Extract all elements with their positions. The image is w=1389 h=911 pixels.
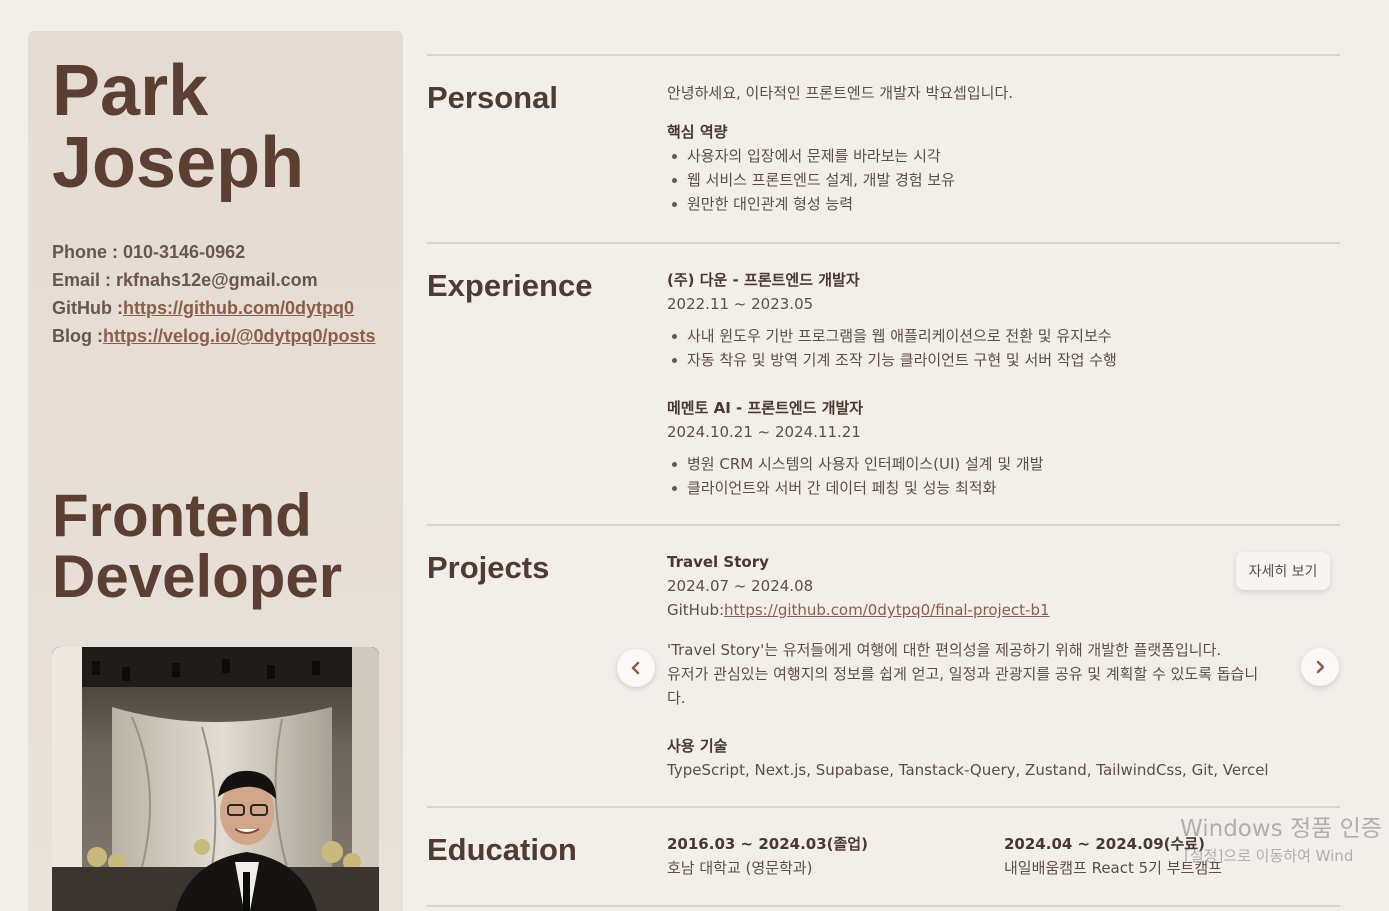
name-last: Joseph (52, 123, 305, 203)
phone-value: 010-3146-0962 (123, 242, 246, 262)
chevron-right-icon (1316, 660, 1325, 674)
contact-blog: Blog :https://velog.io/@0dytpq0/posts (52, 324, 376, 352)
profile-photo-image (52, 647, 379, 911)
project-description-line: 유저가 관심있는 여행지의 정보를 쉽게 얻고, 일정과 관광지를 공유 및 계… (667, 665, 1259, 683)
project-name: Travel Story (667, 553, 769, 571)
role-line-2: Developer (52, 543, 343, 610)
project-github-link[interactable]: https://github.com/0dytpq0/final-project… (724, 601, 1049, 619)
job-duties: 사내 윈도우 기반 프로그램을 웹 애플리케이션으로 전환 및 유지보수 자동 … (667, 324, 1117, 372)
contact-phone: Phone : 010-3146-0962 (52, 240, 376, 268)
list-item: 웹 서비스 프론트엔드 설계, 개발 경험 보유 (667, 168, 1013, 192)
profile-name: Park Joseph (52, 55, 304, 199)
personal-title: Personal (427, 80, 558, 115)
contact-email: Email : rkfnahs12e@gmail.com (52, 268, 376, 296)
tech-stack: TypeScript, Next.js, Supabase, Tanstack-… (667, 761, 1269, 779)
contact-github: GitHub :https://github.com/0dytpq0 (52, 296, 376, 324)
windows-activation-watermark: Windows 정품 인증 [설정]으로 이동하여 Wind (1180, 814, 1382, 868)
job-period: 2024.10.21 ~ 2024.11.21 (667, 423, 861, 441)
watermark-title: Windows 정품 인증 (1180, 816, 1382, 842)
job-period: 2022.11 ~ 2023.05 (667, 295, 814, 313)
profile-photo (52, 647, 379, 911)
education-title: Education (427, 832, 577, 867)
core-heading: 핵심 역량 (667, 123, 728, 141)
job-title: Frontend Developer (52, 485, 342, 607)
divider (427, 54, 1340, 56)
phone-label: Phone : (52, 242, 123, 262)
email-value: rkfnahs12e@gmail.com (116, 270, 318, 290)
tech-heading: 사용 기술 (667, 737, 728, 755)
personal-content: 안녕하세요, 이타적인 프론트엔드 개발자 박요셉입니다. 핵심 역량 사용자의… (667, 81, 1013, 216)
list-item: 병원 CRM 시스템의 사용자 인터페이스(UI) 설계 및 개발 (667, 452, 1117, 476)
divider (427, 242, 1340, 244)
blog-link[interactable]: https://velog.io/@0dytpq0/posts (103, 326, 376, 346)
blog-label: Blog : (52, 326, 103, 346)
project-card: Travel Story 2024.07 ~ 2024.08 GitHub:ht… (667, 550, 1295, 782)
chevron-left-icon (631, 661, 640, 675)
github-link[interactable]: https://github.com/0dytpq0 (123, 298, 354, 318)
experience-title: Experience (427, 268, 593, 303)
name-first: Park (52, 51, 209, 131)
personal-intro: 안녕하세요, 이타적인 프론트엔드 개발자 박요셉입니다. (667, 84, 1014, 102)
projects-title: Projects (427, 550, 550, 585)
github-label: GitHub : (52, 298, 123, 318)
project-description-line: 'Travel Story'는 유저들에게 여행에 대한 편의성을 제공하기 위… (667, 641, 1222, 659)
view-details-button[interactable]: 자세히 보기 (1236, 552, 1330, 590)
education-period: 2016.03 ~ 2024.03(졸업) (667, 835, 868, 853)
role-line-1: Frontend (52, 482, 312, 549)
job-heading: (주) 다운 - 프론트엔드 개발자 (667, 271, 860, 289)
job-duties: 병원 CRM 시스템의 사용자 인터페이스(UI) 설계 및 개발 클라이언트와… (667, 452, 1117, 500)
project-period: 2024.07 ~ 2024.08 (667, 577, 814, 595)
resume-page: Park Joseph Phone : 010-3146-0962 Email … (0, 0, 1389, 911)
divider (427, 524, 1340, 526)
divider (427, 806, 1340, 808)
experience-content: (주) 다운 - 프론트엔드 개발자 2022.11 ~ 2023.05 사내 … (667, 268, 1117, 500)
carousel-prev-button[interactable] (617, 649, 655, 687)
list-item: 원만한 대인관계 형성 능력 (667, 192, 1013, 216)
job-entry: 메멘토 AI - 프론트엔드 개발자 2024.10.21 ~ 2024.11.… (667, 396, 1117, 500)
core-list: 사용자의 입장에서 문제를 바라보는 시각 웹 서비스 프론트엔드 설계, 개발… (667, 144, 1013, 216)
job-heading: 메멘토 AI - 프론트엔드 개발자 (667, 399, 864, 417)
project-description-line: 다. (667, 689, 686, 707)
project-github-label: GitHub: (667, 601, 725, 619)
profile-sidebar: Park Joseph Phone : 010-3146-0962 Email … (28, 31, 403, 911)
list-item: 클라이언트와 서버 간 데이터 페칭 및 성능 최적화 (667, 476, 1117, 500)
list-item: 자동 착유 및 방역 기계 조작 기능 클라이언트 구현 및 서버 작업 수행 (667, 348, 1117, 372)
contact-info: Phone : 010-3146-0962 Email : rkfnahs12e… (52, 240, 376, 352)
list-item: 사용자의 입장에서 문제를 바라보는 시각 (667, 144, 1013, 168)
email-label: Email : (52, 270, 117, 290)
carousel-next-button[interactable] (1301, 648, 1339, 686)
project-github: GitHub:https://github.com/0dytpq0/final-… (667, 598, 1295, 622)
education-school: 호남 대학교 (영문학과) (667, 859, 813, 877)
education-entry: 2016.03 ~ 2024.03(졸업) 호남 대학교 (영문학과) (667, 832, 868, 880)
watermark-subtitle: [설정]으로 이동하여 Wind (1184, 847, 1354, 865)
list-item: 사내 윈도우 기반 프로그램을 웹 애플리케이션으로 전환 및 유지보수 (667, 324, 1117, 348)
job-entry: (주) 다운 - 프론트엔드 개발자 2022.11 ~ 2023.05 사내 … (667, 268, 1117, 372)
divider (427, 905, 1340, 907)
